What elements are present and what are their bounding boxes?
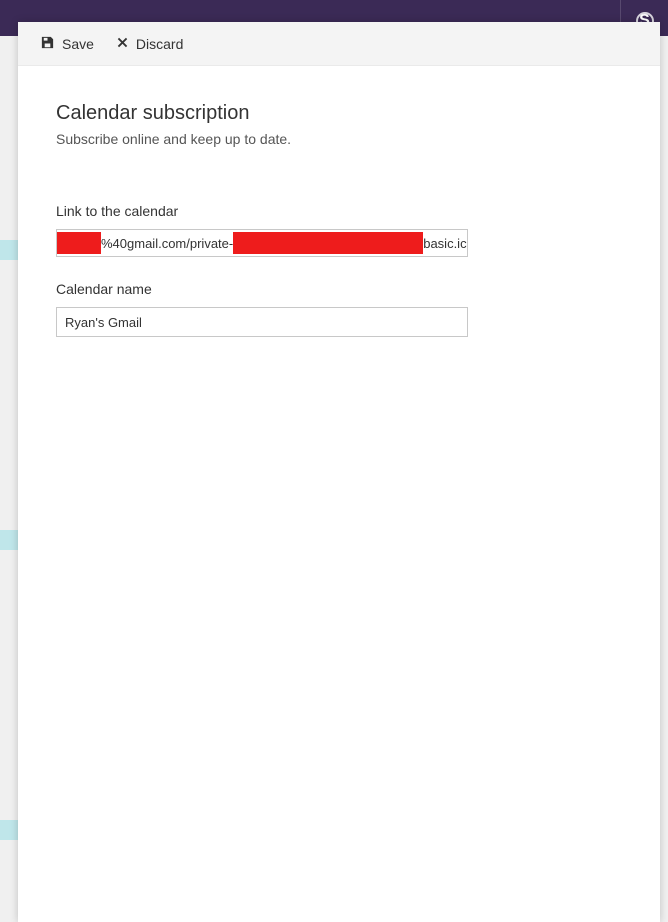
panel-content: Calendar subscription Subscribe online a… bbox=[18, 66, 660, 922]
left-accent-item bbox=[0, 820, 18, 840]
close-icon bbox=[116, 36, 129, 52]
link-label: Link to the calendar bbox=[56, 203, 622, 219]
calendar-name-label: Calendar name bbox=[56, 281, 622, 297]
calendar-name-input[interactable] bbox=[56, 307, 468, 337]
left-accent-item bbox=[0, 240, 18, 260]
save-icon bbox=[40, 35, 55, 53]
left-accent-item bbox=[0, 530, 18, 550]
page-subtitle: Subscribe online and keep up to date. bbox=[56, 131, 622, 147]
link-text-mid: %40gmail.com/private- bbox=[101, 236, 233, 251]
action-bar: Save Discard bbox=[18, 22, 660, 66]
redacted-segment bbox=[233, 232, 423, 254]
link-text-end: basic.ics bbox=[423, 236, 468, 251]
save-label: Save bbox=[62, 36, 94, 52]
page-title: Calendar subscription bbox=[56, 102, 622, 125]
save-button[interactable]: Save bbox=[40, 35, 94, 53]
discard-button[interactable]: Discard bbox=[116, 36, 183, 52]
name-field-wrap: Calendar name bbox=[56, 281, 622, 337]
calendar-link-input[interactable]: %40gmail.com/private- basic.ics bbox=[56, 229, 468, 257]
settings-panel: Save Discard Calendar subscription Subsc… bbox=[18, 22, 660, 922]
discard-label: Discard bbox=[136, 36, 183, 52]
link-field-wrap: Link to the calendar %40gmail.com/privat… bbox=[56, 203, 622, 257]
left-accent-decor bbox=[0, 240, 18, 840]
redacted-segment bbox=[57, 232, 101, 254]
